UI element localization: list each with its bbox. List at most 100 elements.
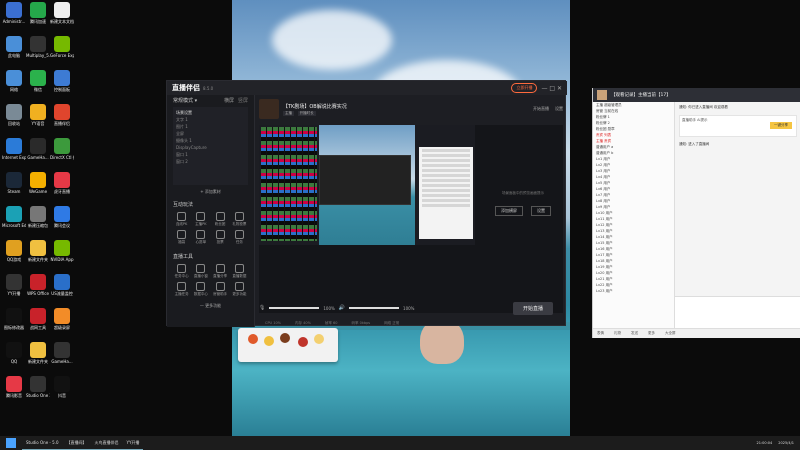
desktop-icon-label: 新建压缩包 [28, 223, 48, 228]
scene-item[interactable]: 摄像头 1 [176, 137, 245, 144]
go-live-button[interactable]: 开始直播 [512, 301, 553, 315]
scene-list: 场景设置 文字 1 图片 1 全屏 摄像头 1 DisplayCapture 窗口 1 窗口… [173, 107, 248, 185]
taskbar-item[interactable]: Studio One - 5.0 [22, 436, 63, 450]
tool-item[interactable]: 投票 [212, 230, 229, 245]
panel-bar-item[interactable]: 表情 [597, 331, 604, 336]
assistant-card: 直播助手 Ai提示 一键分享 [679, 115, 797, 137]
app-icon [54, 240, 70, 256]
taskbar-item[interactable]: 火鸟直播伴侣 [90, 436, 123, 450]
panel-bar-item[interactable]: 礼物 [614, 331, 621, 336]
volume-slider[interactable] [349, 307, 400, 309]
tab-landscape[interactable]: 横屏 [224, 97, 234, 104]
tool-item[interactable]: 任务中心 [173, 264, 190, 279]
tool-item[interactable]: 主播PK [192, 212, 209, 227]
clock-date[interactable]: 2025/4/1 [778, 441, 794, 445]
tool-item[interactable]: 粉丝团 [212, 212, 229, 227]
room-avatar[interactable] [259, 99, 279, 119]
desktop-icon[interactable]: 抖音 [50, 376, 74, 416]
preview-canvas[interactable]: 场景面板中的预览画面提示 添加横屏 设置 [259, 125, 563, 313]
desktop-icon-label: YY开播 [7, 291, 21, 296]
go-live-top-button[interactable]: 立即开播 [511, 83, 538, 93]
viewer-row[interactable]: Lv23 用户 [593, 288, 674, 294]
scene-item[interactable]: 窗口 2 [176, 158, 245, 165]
room-settings-button[interactable]: 设置 [555, 106, 563, 112]
desktop-icon-label: 网络 [10, 87, 18, 92]
scene-item[interactable]: 全屏 [176, 130, 245, 137]
taskbar-item[interactable]: YY开播 [122, 436, 144, 450]
tool-icon [215, 282, 225, 291]
tool-item[interactable]: 福袋 [173, 230, 190, 245]
taskbar-item[interactable]: 【直播间】 [62, 436, 91, 450]
tool-item[interactable]: 任务 [231, 230, 248, 245]
desktop-icon-label: QQ [10, 359, 18, 364]
app-icon [6, 206, 22, 222]
scene-item[interactable]: 窗口 1 [176, 151, 245, 158]
tool-item[interactable]: 直播分享 [212, 264, 229, 279]
tool-item[interactable]: 更多功能 [231, 282, 248, 297]
preview-settings-button[interactable]: 设置 [531, 206, 551, 216]
tool-item[interactable]: 连线PK [173, 212, 190, 227]
tool-label: 直播分享 [213, 274, 228, 278]
viewer-panel[interactable]: 【观看记录】主播当前【17】 主播 超级管理员 房管 当前在线 粉丝牌 1 粉丝牌 2… [592, 88, 800, 338]
scene-item[interactable]: 图片 1 [176, 123, 245, 130]
tool-item[interactable]: 直播小窗 [192, 264, 209, 279]
viewer-panel-title: 【观看记录】主播当前【17】 [593, 88, 800, 102]
app-icon [54, 36, 70, 52]
viewer-list[interactable]: 主播 超级管理员 房管 当前在线 粉丝牌 1 粉丝牌 2 粉丝团 勋章 贵宾 列表 主播 贵… [593, 102, 675, 328]
panel-avatar [597, 90, 607, 100]
mic-slider[interactable] [269, 307, 320, 309]
tools-grid: 任务中心 直播小窗 直播分享 直播数据主播任务 数据中心 房管助手 更多功能 [167, 262, 254, 299]
streaming-app-window[interactable]: 直播伴侣 8.5.0 立即开播 — □ ✕ 常规模式 ▾ 横屏 竖屏 场景设置 … [166, 80, 567, 327]
desktop-icon[interactable]: Studio One 3.5.6 [26, 376, 50, 416]
taskbar-items: Studio One - 5.0 【直播间】 火鸟直播伴侣 YY开播 [22, 436, 144, 450]
app-icon [6, 172, 22, 188]
preview-right-panel: 场景面板中的预览画面提示 添加横屏 设置 [483, 191, 563, 216]
tool-icon [234, 230, 244, 239]
tool-icon [177, 282, 187, 291]
desktop-icon-label: WPS Office [27, 291, 49, 296]
scene-item[interactable]: DisplayCapture [176, 144, 245, 151]
room-tags: 主播 开播时长 [283, 110, 347, 116]
app-icon [54, 206, 70, 222]
tool-item[interactable]: 主播任务 [173, 282, 190, 297]
panel-bar-item[interactable]: 更多 [648, 331, 655, 336]
mic-icon[interactable]: 🎙 [259, 305, 265, 311]
desktop-icon[interactable]: 腾讯影音 [2, 376, 26, 416]
window-controls[interactable]: — □ ✕ [541, 85, 562, 92]
more-features-link[interactable]: — 更多功能 [167, 303, 254, 309]
tool-label: 房管助手 [213, 292, 228, 296]
app-titlebar[interactable]: 直播伴侣 8.5.0 立即开播 — □ ✕ [167, 81, 567, 95]
desktop-icon-label: Internet Explorer [2, 155, 26, 160]
clock-time[interactable]: 21:00:04 [757, 441, 773, 445]
tool-item[interactable]: 房管助手 [212, 282, 229, 297]
app-icon [30, 274, 46, 290]
add-landscape-button[interactable]: 添加横屏 [495, 206, 523, 216]
mode-selector[interactable]: 常规模式 ▾ 横屏 竖屏 [167, 95, 254, 105]
desktop-icon-label: 直播伴侣 [54, 121, 70, 126]
scene-item[interactable]: 文字 1 [176, 116, 245, 123]
desktop-icon-label: 腾讯会议 [54, 223, 70, 228]
desktop-icon-label: 控制面板 [54, 87, 70, 92]
start-icon[interactable] [6, 438, 16, 448]
panel-bar-item[interactable]: 大全屏 [665, 331, 676, 336]
tool-item[interactable]: 直播数据 [231, 264, 248, 279]
app-icon [30, 240, 46, 256]
desktop-icon-label: 腾讯影音 [6, 393, 22, 398]
tool-item[interactable]: 心愿单 [192, 230, 209, 245]
app-icon [30, 172, 46, 188]
speaker-icon[interactable]: 🔊 [339, 305, 345, 311]
tool-item[interactable]: 礼物投票 [231, 212, 248, 227]
chat-input[interactable] [675, 296, 800, 328]
mode-label[interactable]: 常规模式 ▾ [173, 97, 197, 104]
tool-icon [234, 264, 244, 273]
share-button[interactable]: 一键分享 [770, 122, 792, 129]
panel-bar-item[interactable]: 发送 [631, 331, 638, 336]
desktop-icon-label: WeGame [28, 189, 48, 194]
tab-portrait[interactable]: 竖屏 [238, 97, 248, 104]
tool-item[interactable]: 数据中心 [192, 282, 209, 297]
desktop-icon-label: 超级录屏 [54, 325, 70, 330]
app-icon [54, 274, 70, 290]
room-name[interactable]: 【TK剧场】OB解说比赛实况 [283, 103, 347, 110]
room-stream-button[interactable]: 开始直播 [533, 106, 549, 112]
app-icon [30, 70, 46, 86]
